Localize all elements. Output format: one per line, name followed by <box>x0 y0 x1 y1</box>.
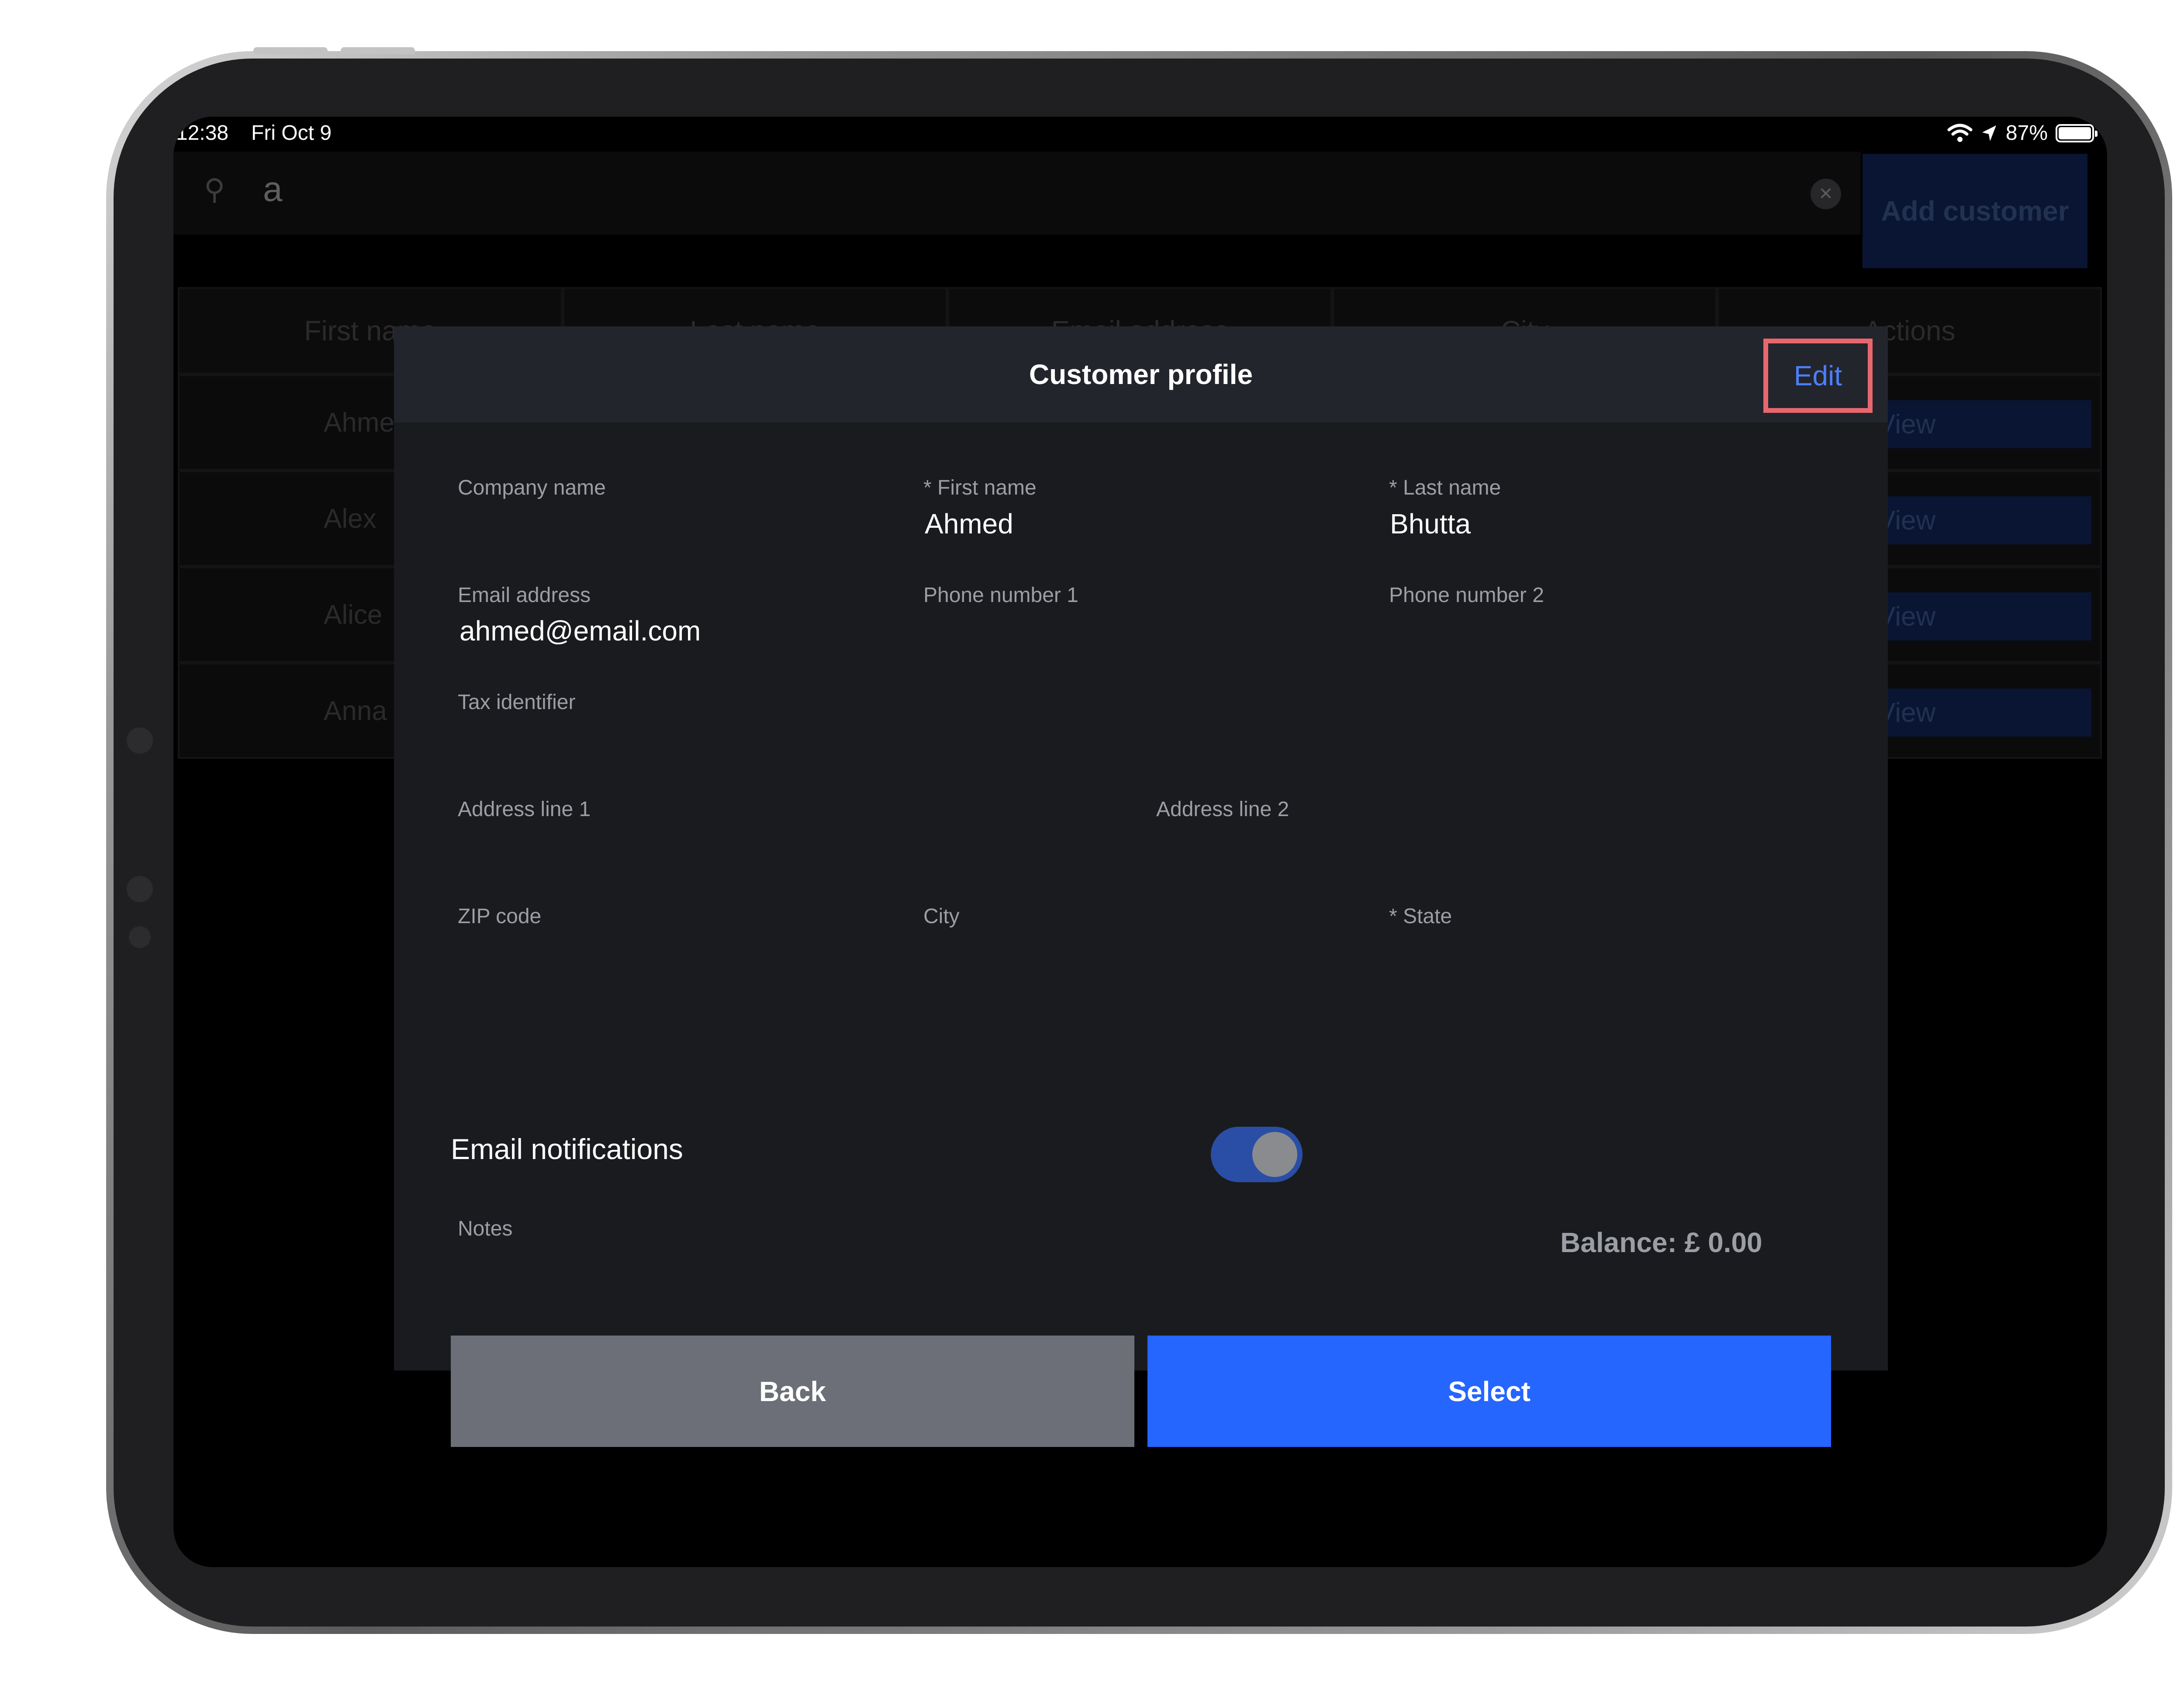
last-name-label: * Last name <box>1389 476 1501 499</box>
phone-number-1-label: Phone number 1 <box>923 584 1078 607</box>
select-button[interactable]: Select <box>1147 1336 1831 1447</box>
last-name-value: Bhutta <box>1390 508 1471 540</box>
email-label: Email address <box>458 584 591 607</box>
tax-identifier-label: Tax identifier <box>458 691 576 714</box>
address-line-1-label: Address line 1 <box>458 798 591 821</box>
view-button: View <box>1873 496 2091 544</box>
state-label: * State <box>1389 905 1452 928</box>
device-sensor-dot <box>127 876 153 902</box>
modal-header: Customer profile Edit <box>394 326 1888 422</box>
screen: 12:38 Fri Oct 9 87% ⚲ a ✕ Add customer F… <box>173 117 2107 1567</box>
search-icon: ⚲ <box>204 173 225 205</box>
device-camera-dot <box>127 727 153 754</box>
notes-label: Notes <box>458 1217 513 1240</box>
edit-button[interactable]: Edit <box>1763 339 1873 413</box>
clear-search-icon: ✕ <box>1811 179 1841 209</box>
view-button: View <box>1873 592 2091 640</box>
status-time: 12:38 <box>176 121 229 145</box>
first-name-label: * First name <box>923 476 1037 499</box>
battery-icon <box>2056 124 2098 142</box>
search-input: a <box>263 170 283 208</box>
email-notifications-label: Email notifications <box>451 1133 683 1165</box>
view-button: View <box>1873 689 2091 737</box>
battery-percentage: 87% <box>2005 121 2048 145</box>
balance-text: Balance: £ 0.00 <box>1560 1227 1762 1258</box>
status-right: 87% <box>1947 121 2098 145</box>
company-name-label: Company name <box>458 476 606 499</box>
customer-profile-modal: Customer profile Edit Company name * Fir… <box>394 326 1888 1447</box>
status-bar: 12:38 Fri Oct 9 87% <box>173 117 2107 152</box>
first-name-value: Ahmed <box>925 508 1013 540</box>
view-button: View <box>1873 400 2091 448</box>
city-label: City <box>923 905 960 928</box>
email-notifications-toggle[interactable] <box>1211 1127 1303 1182</box>
device-top-button <box>253 47 328 54</box>
device-top-button <box>341 47 415 54</box>
wifi-icon <box>1947 124 1973 142</box>
device-sensor-dot <box>129 926 151 948</box>
search-bar: ⚲ a ✕ <box>173 152 1861 235</box>
status-date: Fri Oct 9 <box>251 121 332 145</box>
add-customer-button: Add customer <box>1863 154 2087 268</box>
toggle-knob <box>1252 1132 1297 1177</box>
back-button[interactable]: Back <box>451 1336 1134 1447</box>
email-value: ahmed@email.com <box>460 615 701 647</box>
modal-title: Customer profile <box>1029 359 1253 390</box>
zip-code-label: ZIP code <box>458 905 542 928</box>
location-arrow-icon <box>1982 125 1996 141</box>
phone-number-2-label: Phone number 2 <box>1389 584 1544 607</box>
address-line-2-label: Address line 2 <box>1156 798 1289 821</box>
